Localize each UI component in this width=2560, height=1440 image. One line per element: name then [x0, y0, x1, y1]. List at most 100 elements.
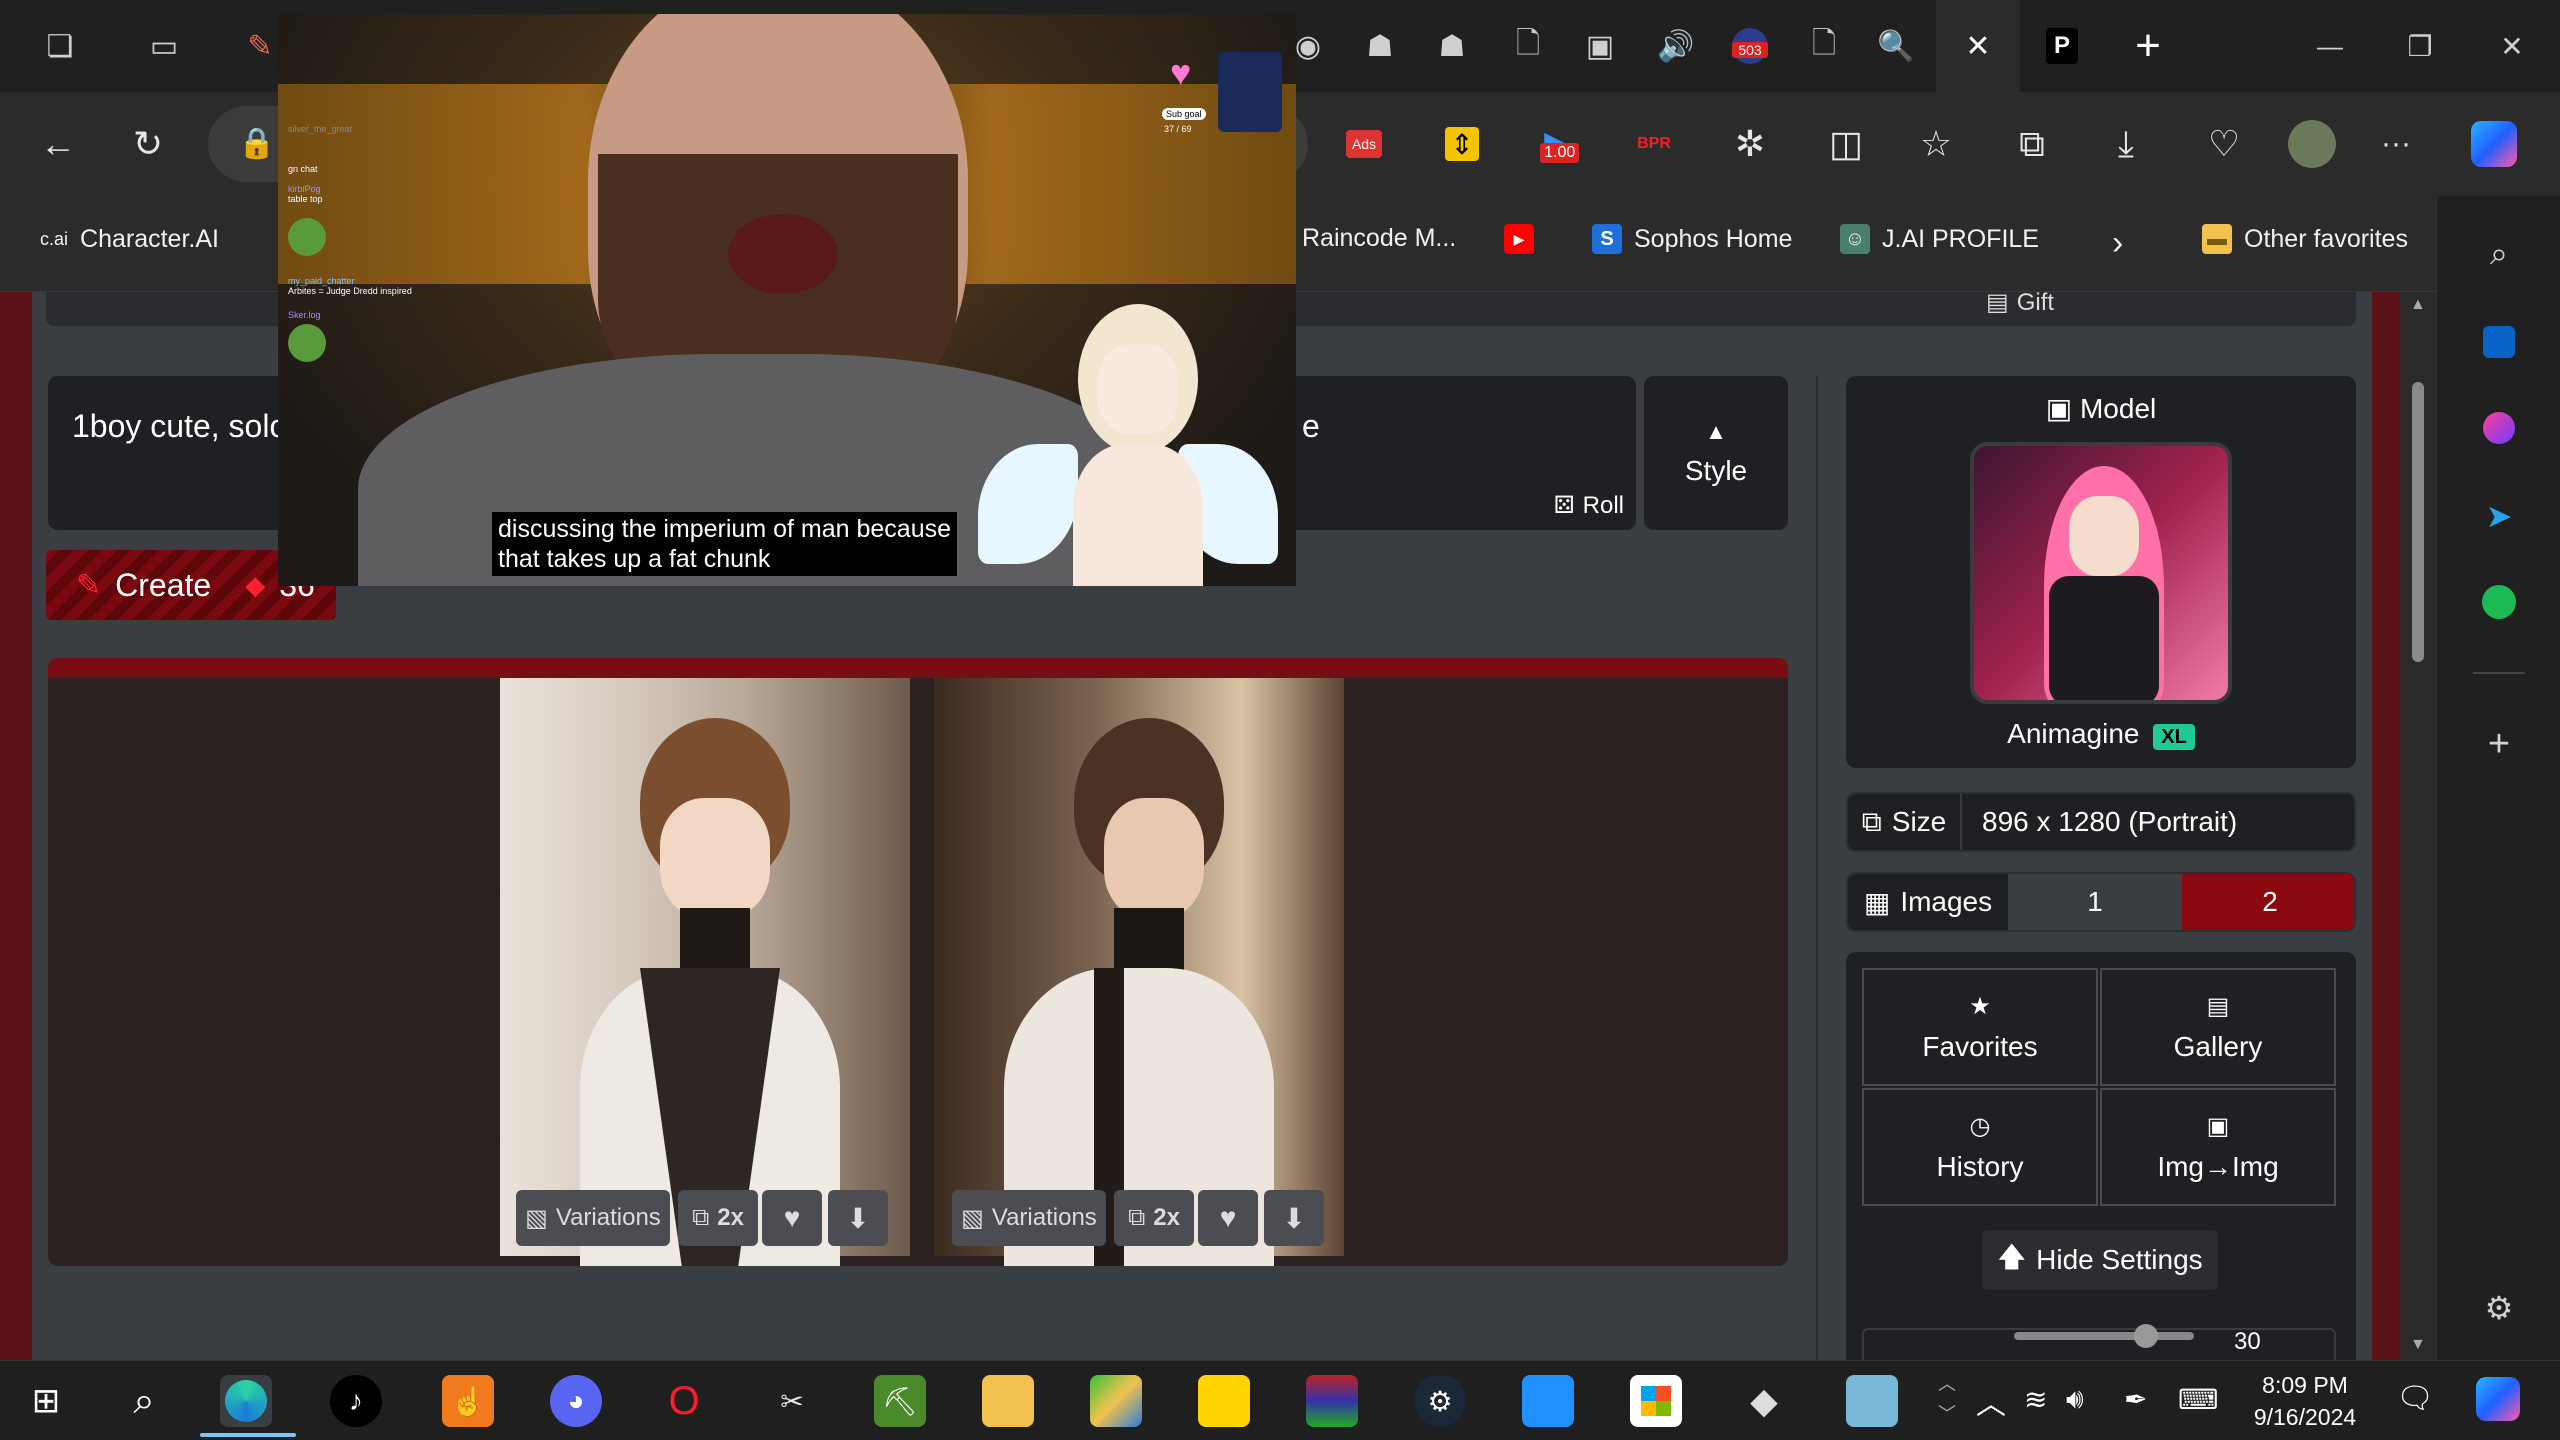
extensions-icon[interactable]: ✲ [1722, 116, 1778, 172]
tab-favicon-icon[interactable]: ☗ [1428, 22, 1476, 70]
close-tab-icon[interactable]: ✕ [1954, 22, 2002, 70]
tray-volume-icon[interactable]: 🔊︎ [2066, 1383, 2084, 1416]
tab-favicon-icon[interactable]: ☗ [1356, 22, 1404, 70]
slider-thumb[interactable] [2134, 1324, 2158, 1348]
taskbar-app-cyan-icon[interactable] [1846, 1375, 1898, 1427]
taskbar-minecraft-tool-icon[interactable]: ⛏ [874, 1375, 926, 1427]
download-button[interactable]: ⬇ [1264, 1190, 1324, 1246]
favorite-youtube[interactable]: ▶ [1504, 224, 1534, 254]
steps-slider-row[interactable]: 30 [1862, 1324, 2336, 1360]
new-tab-button[interactable]: + [2124, 21, 2172, 70]
taskbar-winrar-icon[interactable] [1306, 1375, 1358, 1427]
tray-copilot-icon[interactable] [2476, 1377, 2520, 1421]
tab-page-icon[interactable]: 🗋 [1504, 22, 1552, 70]
more-menu-button[interactable]: ··· [2368, 116, 2424, 172]
slider-track[interactable] [2014, 1332, 2194, 1340]
tray-keyboard-icon[interactable]: ⌨ [2178, 1383, 2218, 1416]
tray-wifi-icon[interactable]: ≋ [2024, 1383, 2047, 1416]
images-option-1[interactable]: 1 [2008, 874, 2182, 930]
tray-pen-icon[interactable]: ✒ [2124, 1383, 2147, 1416]
model-thumbnail[interactable] [1970, 442, 2232, 704]
favorites-button[interactable]: ★ Favorites [1862, 968, 2098, 1086]
taskbar-bluestacks-icon[interactable] [1090, 1375, 1142, 1427]
favorite-heart-button[interactable]: ♥ [1198, 1190, 1258, 1246]
restore-button[interactable]: ❐ [2396, 22, 2444, 70]
tab-actions-icon[interactable]: ▭ [140, 22, 188, 70]
page-scrollbar[interactable]: ▲ ▼ [2400, 292, 2436, 1360]
favorite-jai-profile[interactable]: ☺ J.AI PROFILE [1840, 224, 2039, 254]
start-button[interactable]: ⊞ [20, 1375, 72, 1427]
size-selector[interactable]: ⧉ Size 896 x 1280 (Portrait) [1846, 792, 2356, 852]
generated-image-2[interactable]: ▧ Variations ⧉ 2x ♥ ⬇ [934, 678, 1344, 1266]
favorite-character-ai[interactable]: c.ai Character.AI [40, 224, 219, 254]
scrollbar-thumb[interactable] [2412, 382, 2424, 662]
style-button[interactable]: ▲ Style [1644, 376, 1788, 530]
taskbar-app-blue-icon[interactable] [1522, 1375, 1574, 1427]
taskbar-opera-icon[interactable]: O [658, 1375, 710, 1427]
gallery-button[interactable]: ▤ Gallery [2100, 968, 2336, 1086]
sidebar-outlook-icon[interactable] [2477, 320, 2521, 364]
taskbar-sticky-notes-icon[interactable] [1198, 1375, 1250, 1427]
taskbar-discord-icon[interactable]: ◕ [550, 1375, 602, 1427]
ext-ads-icon[interactable]: Ads [1336, 116, 1392, 172]
tab-page-icon[interactable]: 🗋 [1800, 22, 1848, 70]
tray-clock[interactable]: 8:09 PM 9/16/2024 [2240, 1369, 2370, 1433]
workspaces-icon[interactable]: ❏ [36, 22, 84, 70]
taskbar-store-icon[interactable] [1630, 1375, 1682, 1427]
window-close-button[interactable]: ✕ [2488, 22, 2536, 70]
download-button[interactable]: ⬇ [828, 1190, 888, 1246]
picture-in-picture-video[interactable]: silver_the_great gn chat kirbiPog table … [278, 14, 1296, 586]
tab-favicon-icon[interactable]: ✎ [236, 22, 284, 70]
add-favorite-icon[interactable]: ☆ [1908, 116, 1964, 172]
upscale-2x-button[interactable]: ⧉ 2x [678, 1190, 758, 1246]
sidebar-search-icon[interactable]: ⌕ [2477, 232, 2521, 276]
scroll-down-arrow-icon[interactable]: ▼ [2410, 1336, 2426, 1354]
favorite-other-favorites[interactable]: ▬ Other favorites [2202, 224, 2408, 254]
img2img-button[interactable]: ▣ Img→Img [2100, 1088, 2336, 1206]
profile-avatar[interactable] [2284, 116, 2340, 172]
variations-button[interactable]: ▧ Variations [952, 1190, 1106, 1246]
sidebar-settings-gear-icon[interactable]: ⚙ [2477, 1286, 2521, 1330]
sidebar-add-icon[interactable]: + [2477, 722, 2521, 766]
gift-button[interactable]: ▤ Gift [1986, 292, 2054, 317]
taskbar-edge-icon[interactable] [220, 1375, 272, 1427]
tab-favicon-icon[interactable]: ▣ [1576, 22, 1624, 70]
browser-essentials-icon[interactable]: ♡ [2196, 116, 2252, 172]
taskbar-roblox-icon[interactable]: ◆ [1738, 1375, 1790, 1427]
taskbar-app-orange-icon[interactable]: ☝ [442, 1375, 494, 1427]
ext-bpr-icon[interactable]: BPR [1626, 116, 1682, 172]
collections-icon[interactable]: ⧉ [2004, 116, 2060, 172]
favorite-heart-button[interactable]: ♥ [762, 1190, 822, 1246]
tab-audio-icon[interactable]: 🔊 [1652, 22, 1700, 70]
generated-image-1[interactable]: ▧ Variations ⧉ 2x ♥ ⬇ [500, 678, 910, 1266]
hide-settings-button[interactable]: 🡅 Hide Settings [1982, 1230, 2218, 1290]
back-button[interactable]: ← [30, 116, 86, 172]
upscale-2x-button[interactable]: ⧉ 2x [1114, 1190, 1194, 1246]
taskbar-steam-icon[interactable]: ⚙ [1414, 1375, 1466, 1427]
model-panel[interactable]: ▣ Model Animagine XL [1846, 376, 2356, 768]
downloads-icon[interactable]: ⤓ [2098, 116, 2154, 172]
tab-badge-icon[interactable]: 503 [1726, 22, 1774, 70]
roll-button[interactable]: ⚄ Roll [1554, 491, 1624, 520]
favorites-overflow-chevron-icon[interactable]: › [2112, 224, 2123, 263]
history-button[interactable]: ◷ History [1862, 1088, 2098, 1206]
ext-arrows-icon[interactable]: ⇕ [1434, 116, 1490, 172]
ext-speed-icon[interactable]: ▶1.00 [1530, 116, 1586, 172]
tray-show-hidden-chevron-icon[interactable]: ︿ [1976, 1379, 2006, 1423]
tab-favicon-icon[interactable]: P [2038, 22, 2086, 70]
sidebar-spotify-icon[interactable] [2477, 580, 2521, 624]
taskbar-tiktok-icon[interactable]: ♪ [330, 1375, 382, 1427]
minimize-button[interactable]: — [2306, 22, 2354, 70]
sidebar-telegram-icon[interactable]: ➤ [2477, 494, 2521, 538]
favorite-sophos-home[interactable]: S Sophos Home [1592, 224, 1792, 254]
refresh-button[interactable]: ↻ [120, 116, 176, 172]
variations-button[interactable]: ▧ Variations [516, 1190, 670, 1246]
active-tab[interactable]: ✕ [1936, 0, 2020, 92]
lock-icon[interactable]: 🔒 [238, 126, 275, 161]
scroll-up-arrow-icon[interactable]: ▲ [2410, 296, 2426, 314]
taskbar-paint-icon[interactable]: ✂ [766, 1375, 818, 1427]
images-option-2[interactable]: 2 [2182, 874, 2354, 930]
sidebar-designer-icon[interactable] [2477, 406, 2521, 450]
taskbar-file-explorer-icon[interactable] [982, 1375, 1034, 1427]
favorite-raincode[interactable]: Raincode M... [1302, 224, 1456, 253]
